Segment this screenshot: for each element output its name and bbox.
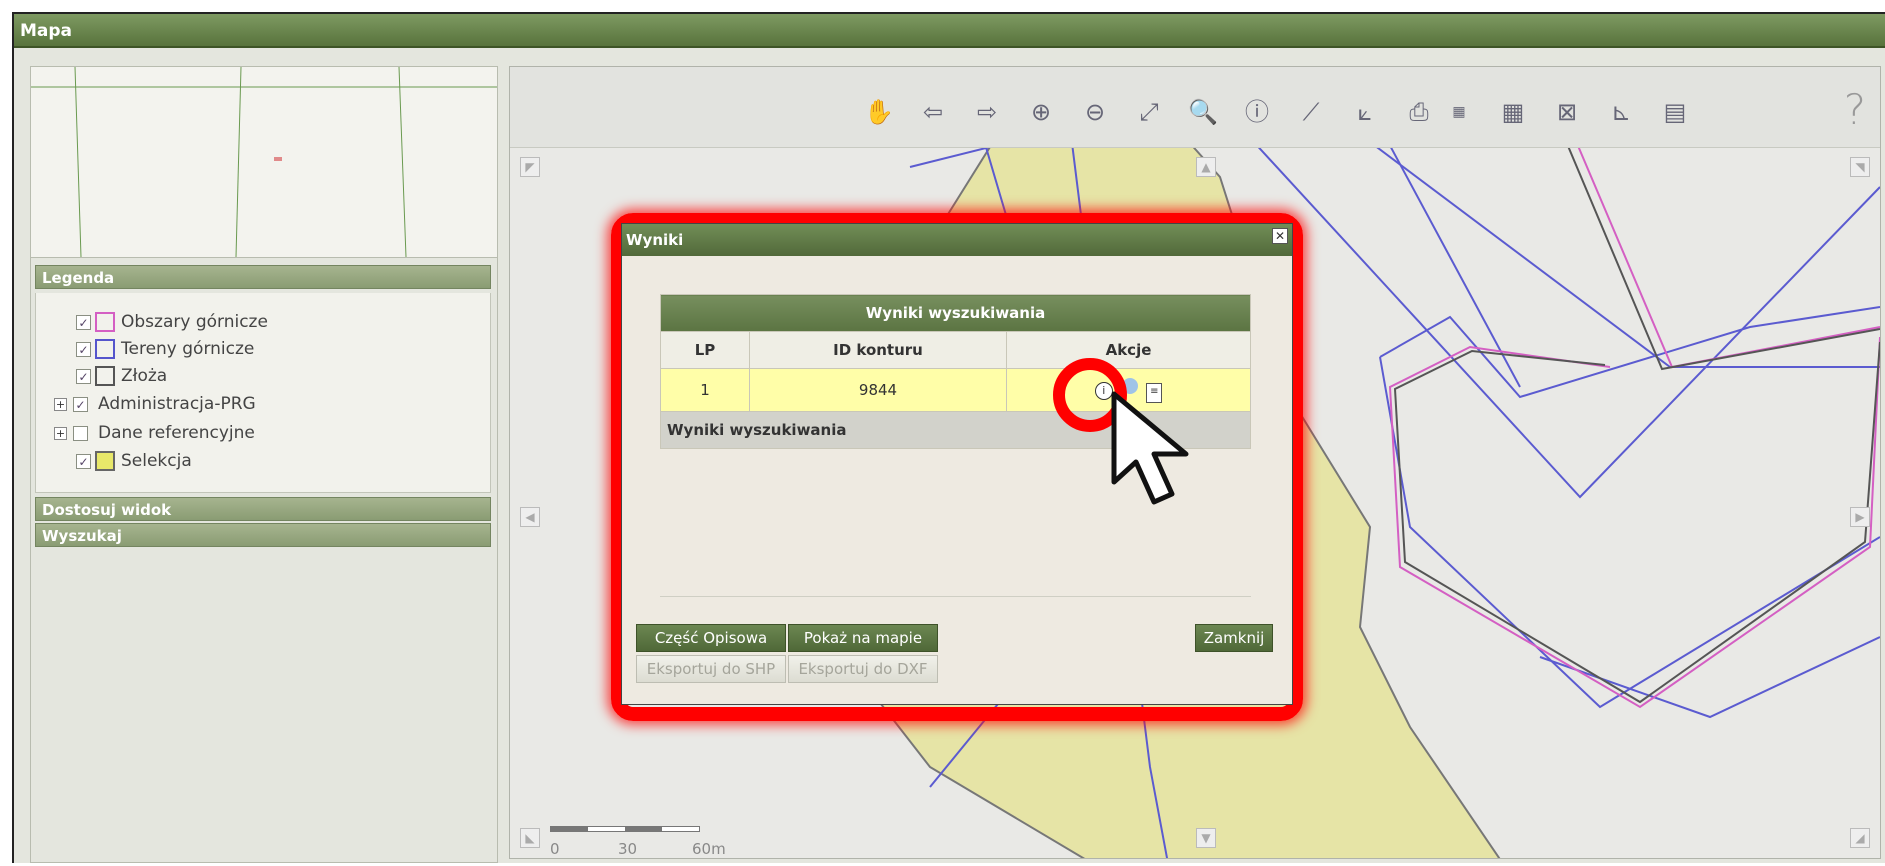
info-icon[interactable]: ⓘ [1240,95,1274,129]
clear-selection-icon[interactable]: ⊠ [1550,95,1584,129]
legend-item-dane[interactable]: + Dane referencyjne [54,420,255,446]
scale-bar: 0 30 60m [550,826,726,866]
table-caption: Wyniki wyszukiwania [660,294,1251,332]
zoom-out-icon[interactable]: ⊖ [1078,95,1112,129]
column-header-actions: Akcje [1006,331,1251,369]
legend-item-zloza[interactable]: ✓ Złoża [76,363,167,389]
window-title: Mapa [14,14,1885,48]
legend-checkbox[interactable]: ✓ [76,453,91,469]
measure-area-icon[interactable]: ⟀ [1348,95,1382,129]
legend-label: Selekcja [121,451,192,471]
descriptive-part-button[interactable]: Część Opisowa [636,624,786,652]
pan-west-icon[interactable]: ◀ [520,507,540,527]
pan-north-icon[interactable]: ▲ [1196,157,1216,177]
scale-bar-graphic [550,826,700,832]
legend-item-obszary[interactable]: ✓ Obszary górnicze [76,309,268,335]
map-toolbar: ✋ ⇦ ⇨ ⊕ ⊖ ⤢ 🔍 ⓘ ⟋ ⟀ ⎙ ▦ ▦ ⊠ ⊾ ▤ ? [510,67,1880,148]
overview-map[interactable] [31,66,497,258]
legend-swatch [95,451,115,471]
scale-tick: 60m [692,840,726,858]
legend-checkbox[interactable]: ✓ [73,396,88,412]
export-dxf-button[interactable]: Eksportuj do DXF [788,655,938,683]
legend-swatch [95,312,115,332]
pan-south-icon[interactable]: ▼ [1196,828,1216,848]
dialog-title: Wyniki [626,231,684,249]
legend-item-administracja[interactable]: + ✓ Administracja-PRG [54,391,256,417]
column-header-lp: LP [660,331,750,369]
back-icon[interactable]: ⇦ [916,95,950,129]
dialog-divider [660,596,1251,597]
legend-label: Obszary górnicze [121,312,268,332]
search-header[interactable]: Wyszukaj [35,523,491,547]
legend-label: Dane referencyjne [98,423,255,443]
legend-swatch [95,339,115,359]
legend-item-selekcja[interactable]: ✓ Selekcja [76,448,192,474]
wms-icon[interactable]: ▦ [1496,95,1530,129]
zoom-extent-icon[interactable]: ⤢ [1132,95,1166,129]
legend-body: ✓ Obszary górnicze ✓ Tereny górnicze ✓ Z… [35,293,491,493]
cell-id: 9844 [749,368,1007,412]
export-shp-button[interactable]: Eksportuj do SHP [636,655,786,683]
dialog-title-bar: Wyniki ✕ [622,224,1292,256]
cell-lp: 1 [660,368,750,412]
close-icon[interactable]: ✕ [1272,228,1288,244]
legend-header[interactable]: Legenda [35,265,491,289]
print-icon[interactable]: ⎙ [1402,95,1436,129]
zoom-selection-icon[interactable]: 🔍 [1186,95,1220,129]
legend-swatch [95,366,115,386]
legend-checkbox[interactable] [73,425,88,441]
legend-label: Złoża [121,366,168,386]
overview-lines [31,66,497,258]
scale-tick: 0 [550,840,560,858]
expand-icon[interactable]: + [54,397,67,411]
column-header-id: ID konturu [749,331,1007,369]
zoom-in-icon[interactable]: ⊕ [1024,95,1058,129]
pan-northwest-icon[interactable]: ◤ [520,157,540,177]
pan-northeast-icon[interactable]: ◥ [1850,157,1870,177]
forward-icon[interactable]: ⇨ [970,95,1004,129]
scale-icon[interactable]: ▦ [1442,95,1476,129]
layers-icon[interactable]: ▤ [1658,95,1692,129]
pan-east-icon[interactable]: ▶ [1850,507,1870,527]
overview-extent-marker [274,157,282,161]
mouse-cursor-icon [1111,391,1189,505]
close-button[interactable]: Zamknij [1195,624,1273,652]
legend-item-tereny[interactable]: ✓ Tereny górnicze [76,336,254,362]
coordinates-icon[interactable]: ⊾ [1604,95,1638,129]
measure-length-icon[interactable]: ⟋ [1294,95,1328,129]
legend-checkbox[interactable]: ✓ [76,368,91,384]
expand-icon[interactable]: + [54,426,67,440]
legend-checkbox[interactable]: ✓ [76,314,91,330]
help-icon[interactable]: ? [1844,85,1866,134]
show-on-map-button[interactable]: Pokaż na mapie [788,624,938,652]
scale-tick: 30 [618,840,638,858]
legend-label: Tereny górnicze [121,339,255,359]
left-panel: Legenda ✓ Obszary górnicze ✓ Tereny górn… [30,66,498,863]
pan-southeast-icon[interactable]: ◢ [1850,828,1870,848]
legend-label: Administracja-PRG [98,394,256,414]
customize-view-header[interactable]: Dostosuj widok [35,497,491,521]
pan-southwest-icon[interactable]: ◣ [520,828,540,848]
legend-checkbox[interactable]: ✓ [76,341,91,357]
pan-icon[interactable]: ✋ [862,95,896,129]
